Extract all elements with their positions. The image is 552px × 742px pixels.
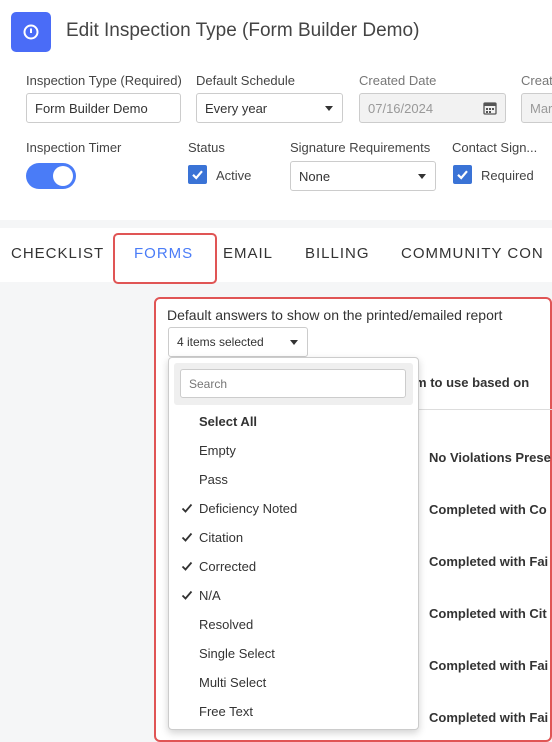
- status-label: Status: [188, 140, 225, 155]
- form-mapping-row: Completed with Co: [429, 502, 547, 517]
- default-schedule-select[interactable]: Every year: [196, 93, 343, 123]
- search-wrapper: [174, 363, 413, 405]
- cutoff-field-label: Creat: [521, 73, 552, 88]
- dropdown-option-label: Citation: [199, 530, 244, 545]
- divider: [418, 409, 552, 410]
- chevron-down-icon: [418, 174, 426, 179]
- select-all-option[interactable]: Select All: [169, 407, 418, 436]
- calendar-icon: [483, 102, 497, 115]
- toggle-knob: [53, 166, 73, 186]
- cutoff-field: Mar: [521, 93, 552, 123]
- form-mapping-header: rm to use based on: [410, 375, 530, 390]
- dropdown-option-label: Empty: [199, 443, 236, 458]
- dropdown-option-label: Multi Select: [199, 675, 267, 690]
- signature-requirements-label: Signature Requirements: [290, 140, 431, 155]
- tab-community[interactable]: COMMUNITY CON: [401, 245, 544, 262]
- tab-email[interactable]: EMAIL: [223, 245, 273, 262]
- form-mapping-row: Completed with Fai: [429, 710, 549, 725]
- page-title: Edit Inspection Type (Form Builder Demo): [66, 20, 420, 41]
- check-icon: [181, 532, 193, 542]
- check-icon: [181, 590, 193, 600]
- form-mapping-row: Completed with Fai: [429, 554, 549, 569]
- chevron-down-icon: [290, 340, 298, 345]
- inspection-type-input[interactable]: Form Builder Demo: [26, 93, 181, 123]
- signature-requirements-select[interactable]: None: [290, 161, 436, 191]
- contact-sign-checkbox[interactable]: [453, 165, 472, 184]
- check-icon: [181, 503, 193, 513]
- form-mapping-row: Completed with Cit: [429, 606, 547, 621]
- created-date-field: 07/16/2024: [359, 93, 506, 123]
- tab-checklist[interactable]: CHECKLIST: [11, 245, 104, 262]
- dropdown-option-label: Deficiency Noted: [199, 501, 298, 516]
- inspection-timer-toggle[interactable]: [26, 163, 76, 189]
- check-icon: [457, 170, 468, 180]
- contact-sign-label: Contact Sign...: [452, 140, 538, 155]
- created-date-value: 07/16/2024: [368, 100, 434, 116]
- default-answers-multiselect[interactable]: 4 items selected: [168, 327, 308, 357]
- dropdown-option-label: Corrected: [199, 559, 257, 574]
- check-icon: [181, 561, 193, 571]
- select-all-label: Select All: [199, 414, 258, 429]
- dropdown-option-label: Free Text: [199, 704, 253, 719]
- tab-billing[interactable]: BILLING: [305, 245, 370, 262]
- dropdown-option[interactable]: Empty: [169, 436, 418, 465]
- created-date-label: Created Date: [359, 73, 437, 88]
- chevron-down-icon: [325, 106, 333, 111]
- form-mapping-row: No Violations Prese: [429, 450, 551, 465]
- status-checkbox[interactable]: [188, 165, 207, 184]
- signature-requirements-value: None: [299, 168, 331, 184]
- default-schedule-value: Every year: [205, 100, 268, 116]
- forms-tab-highlight: [113, 233, 217, 284]
- dropdown-option[interactable]: Corrected: [169, 552, 418, 581]
- form-mapping-row: Completed with Fai: [429, 658, 549, 673]
- cutoff-field-value: Mar: [530, 100, 552, 116]
- default-schedule-label: Default Schedule: [196, 73, 296, 88]
- dropdown-option[interactable]: Pass: [169, 465, 418, 494]
- dropdown-option[interactable]: Resolved: [169, 610, 418, 639]
- dropdown-option[interactable]: N/A: [169, 581, 418, 610]
- inspection-type-panel: Edit Inspection Type (Form Builder Demo)…: [0, 0, 552, 220]
- search-input[interactable]: [180, 369, 406, 398]
- default-answers-label: Default answers to show on the printed/e…: [167, 307, 503, 323]
- inspection-type-label: Inspection Type (Required): [26, 73, 182, 88]
- tab-bar: CHECKLIST FORMS EMAIL BILLING COMMUNITY …: [0, 228, 552, 282]
- status-value: Active: [216, 168, 252, 183]
- default-answers-dropdown: Select All Empty Pass Deficiency Noted Cita…: [168, 357, 419, 730]
- dropdown-option[interactable]: Deficiency Noted: [169, 494, 418, 523]
- contact-sign-value: Required: [481, 168, 534, 183]
- inspection-timer-label: Inspection Timer: [26, 140, 122, 155]
- selection-summary: 4 items selected: [177, 335, 264, 349]
- dropdown-option[interactable]: Free Text: [169, 697, 418, 726]
- dropdown-option[interactable]: Citation: [169, 523, 418, 552]
- dropdown-option-label: Resolved: [199, 617, 254, 632]
- dropdown-option[interactable]: Single Select: [169, 639, 418, 668]
- dropdown-option-label: Pass: [199, 472, 228, 487]
- dropdown-option-label: N/A: [199, 588, 221, 603]
- check-icon: [192, 170, 203, 180]
- dropdown-option[interactable]: Multi Select: [169, 668, 418, 697]
- dropdown-option-label: Single Select: [199, 646, 275, 661]
- power-icon[interactable]: [11, 12, 51, 52]
